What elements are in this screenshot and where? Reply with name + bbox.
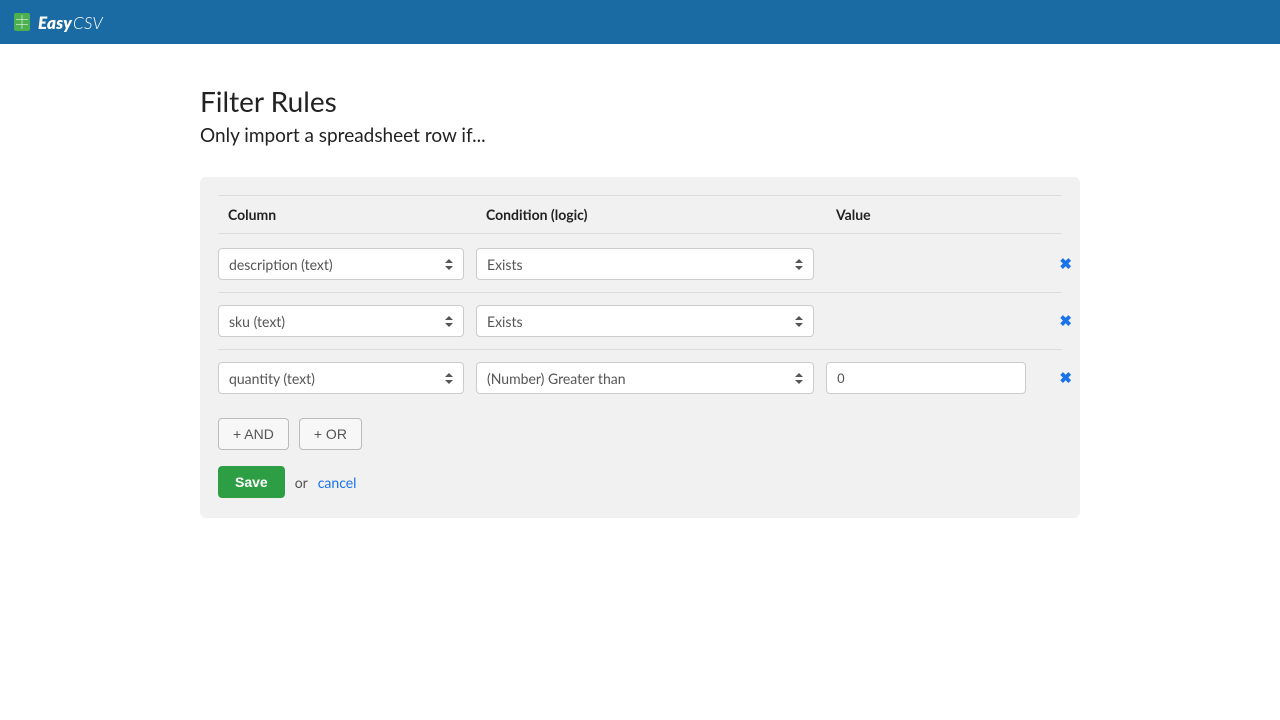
or-text: or (295, 474, 308, 491)
add-and-button[interactable]: + AND (218, 418, 289, 450)
add-rule-buttons: + AND + OR (218, 418, 1062, 450)
cancel-link[interactable]: cancel (318, 474, 357, 491)
column-select-value: quantity (text) (229, 370, 315, 387)
condition-select-value: (Number) Greater than (487, 370, 626, 387)
rule-row: quantity (text) (Number) Greater than ✖ (218, 362, 1062, 406)
rule-row: description (text) Exists ✖ (218, 248, 1062, 293)
brand-light: CSV (73, 12, 103, 33)
save-row: Save or cancel (218, 466, 1062, 498)
condition-select-value: Exists (487, 256, 523, 273)
page-subtitle: Only import a spreadsheet row if... (200, 124, 1080, 147)
column-select[interactable]: quantity (text) (218, 362, 464, 394)
column-select-value: description (text) (229, 256, 333, 273)
value-input[interactable] (826, 362, 1026, 394)
column-select[interactable]: sku (text) (218, 305, 464, 337)
brand-bold: Easy (38, 12, 72, 33)
condition-select[interactable]: (Number) Greater than (476, 362, 814, 394)
condition-select[interactable]: Exists (476, 248, 814, 280)
header-value: Value (826, 206, 1026, 223)
chevron-updown-icon (793, 314, 805, 328)
rule-row: sku (text) Exists ✖ (218, 305, 1062, 350)
chevron-updown-icon (793, 371, 805, 385)
column-select[interactable]: description (text) (218, 248, 464, 280)
condition-select[interactable]: Exists (476, 305, 814, 337)
chevron-updown-icon (443, 314, 455, 328)
close-icon: ✖ (1059, 312, 1072, 330)
column-select-value: sku (text) (229, 313, 285, 330)
remove-rule-button[interactable]: ✖ (1038, 369, 1078, 387)
condition-select-value: Exists (487, 313, 523, 330)
spreadsheet-icon (14, 13, 30, 31)
header-condition: Condition (logic) (476, 206, 814, 223)
chevron-updown-icon (443, 257, 455, 271)
add-or-button[interactable]: + OR (299, 418, 362, 450)
rules-card: Column Condition (logic) Value descripti… (200, 177, 1080, 518)
save-button[interactable]: Save (218, 466, 285, 498)
remove-rule-button[interactable]: ✖ (1038, 255, 1078, 273)
close-icon: ✖ (1059, 255, 1072, 273)
topbar: EasyCSV (0, 0, 1280, 44)
page: Filter Rules Only import a spreadsheet r… (200, 44, 1080, 518)
remove-rule-button[interactable]: ✖ (1038, 312, 1078, 330)
table-header: Column Condition (logic) Value (218, 195, 1062, 234)
brand-text: EasyCSV (38, 12, 103, 33)
close-icon: ✖ (1059, 369, 1072, 387)
chevron-updown-icon (793, 257, 805, 271)
page-title: Filter Rules (200, 84, 1080, 118)
header-column: Column (218, 206, 464, 223)
chevron-updown-icon (443, 371, 455, 385)
brand-logo[interactable]: EasyCSV (14, 12, 103, 33)
